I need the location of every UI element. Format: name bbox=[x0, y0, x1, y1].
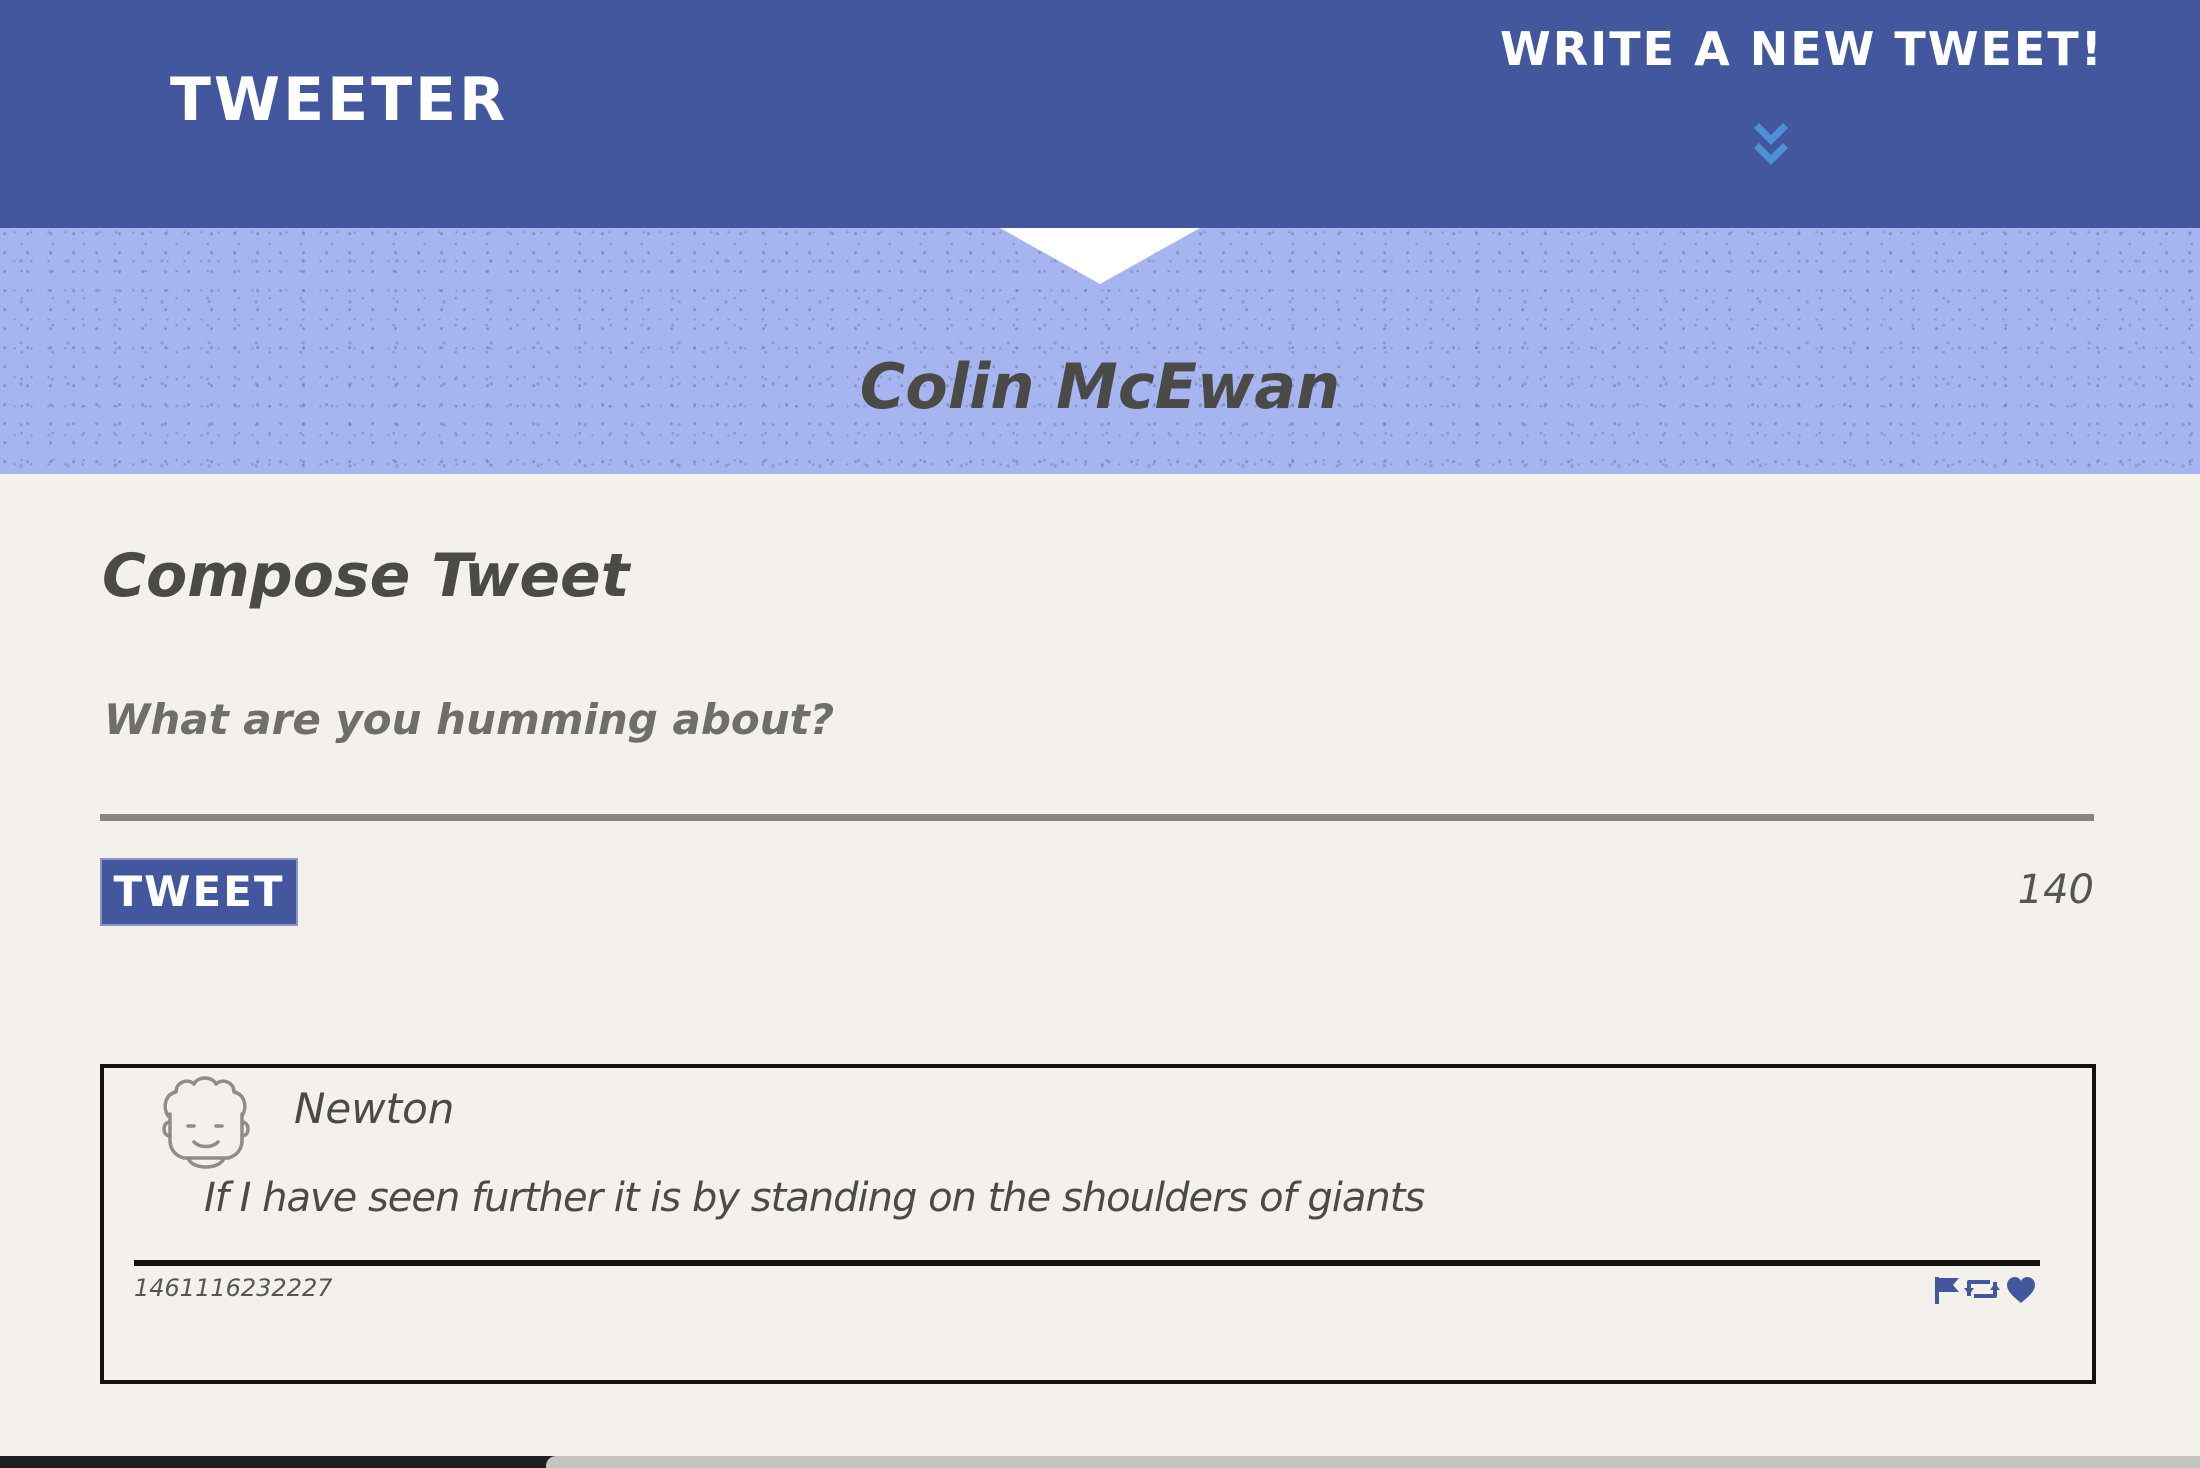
page: TWEETER WRITE A NEW TWEET! Colin McEwan … bbox=[0, 0, 2200, 1468]
profile-banner: Colin McEwan bbox=[0, 228, 2200, 474]
tweet-text: If I have seen further it is by standing… bbox=[204, 1175, 1425, 1221]
flag-icon[interactable] bbox=[1934, 1276, 1960, 1304]
compose-tweet-input[interactable] bbox=[100, 680, 2194, 780]
tweet-card: Newton If I have seen further it is by s… bbox=[100, 1064, 2096, 1384]
compose-title: Compose Tweet bbox=[102, 541, 630, 611]
compose-toggle-label: WRITE A NEW TWEET! bbox=[1500, 22, 2104, 76]
double-chevron-down-icon[interactable] bbox=[1753, 122, 1789, 170]
retweet-icon[interactable] bbox=[1964, 1276, 2000, 1302]
compose-toggle-button[interactable]: WRITE A NEW TWEET! bbox=[1500, 22, 2104, 174]
character-counter: 140 bbox=[2017, 867, 2094, 913]
tweet-footer-divider bbox=[134, 1260, 2040, 1266]
banner-notch bbox=[1000, 228, 1200, 284]
dock-dark-segment bbox=[0, 1456, 560, 1468]
compose-input-underline bbox=[100, 814, 2094, 821]
tweet-actions bbox=[1932, 1268, 2042, 1308]
tweet-submit-button[interactable]: TWEET bbox=[100, 858, 298, 926]
dock-light-segment bbox=[546, 1456, 2200, 1468]
avatar-face-icon bbox=[162, 1076, 250, 1169]
bottom-screen-edge bbox=[0, 1456, 2200, 1468]
tweet-author-name[interactable]: Newton bbox=[294, 1084, 454, 1134]
heart-icon[interactable] bbox=[2006, 1276, 2036, 1304]
tweet-timestamp: 1461116232227 bbox=[134, 1274, 333, 1302]
brand-logo[interactable]: TWEETER bbox=[170, 70, 508, 130]
profile-name: Colin McEwan bbox=[859, 350, 1341, 423]
top-navbar: TWEETER WRITE A NEW TWEET! bbox=[0, 0, 2200, 228]
